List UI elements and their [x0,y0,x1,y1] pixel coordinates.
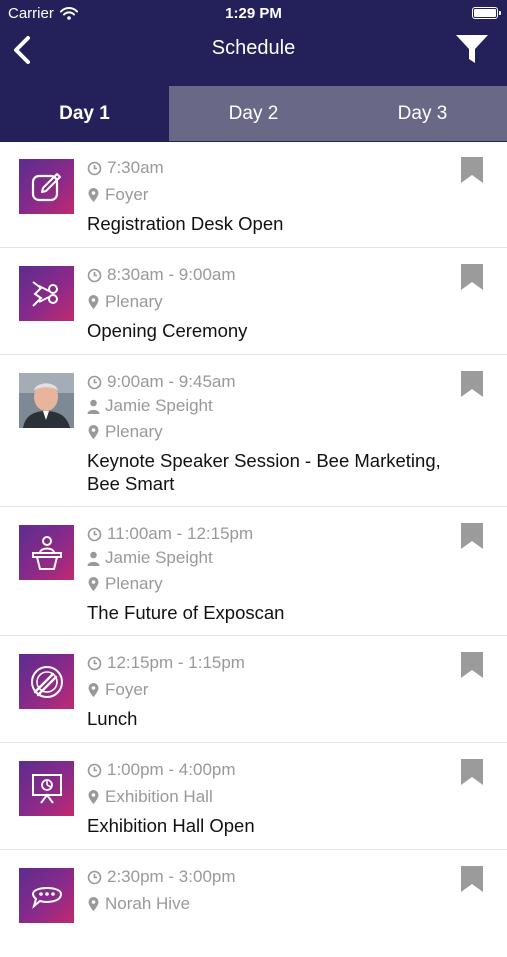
status-time: 1:29 PM [225,5,282,22]
session-title: Keynote Speaker Session - Bee Marketing,… [87,449,487,495]
session-item[interactable]: 9:00am - 9:45am Jamie Speight Plenary Ke… [0,355,507,507]
location-pin-icon [88,295,99,309]
session-location-text: Plenary [105,292,163,311]
session-item[interactable]: 8:30am - 9:00am Plenary Opening Ceremony [0,248,507,355]
tab-day-1[interactable]: Day 1 [0,86,169,141]
person-icon [87,399,100,414]
session-time-text: 7:30am [107,158,164,177]
session-time: 12:15pm - 1:15pm [87,653,245,673]
ribbon-cutting-icon [19,266,74,321]
session-title: Lunch [87,708,138,729]
clock-icon [87,763,102,777]
session-list: 7:30am Foyer Registration Desk Open 8:30… [0,141,507,957]
bookmark-icon[interactable] [461,759,483,785]
day-tabs: Day 1 Day 2 Day 3 [0,86,507,141]
session-title: Exhibition Hall Open [87,815,255,836]
session-title: Registration Desk Open [87,213,284,234]
session-time: 8:30am - 9:00am [87,265,236,285]
bookmark-icon[interactable] [461,371,483,397]
session-time-text: 8:30am - 9:00am [107,265,236,284]
location-pin-icon [88,577,99,591]
session-time-text: 2:30pm - 3:00pm [107,867,236,886]
session-speaker: Jamie Speight [87,396,213,416]
location-pin-icon [88,790,99,804]
tab-day-3[interactable]: Day 3 [338,86,507,141]
session-location: Foyer [87,680,148,700]
session-item[interactable]: 2:30pm - 3:00pm Norah Hive [0,850,507,957]
session-item[interactable]: 12:15pm - 1:15pm Foyer Lunch [0,636,507,743]
session-location-text: Foyer [105,680,149,699]
location-pin-icon [88,897,99,911]
page-title: Schedule [211,37,296,59]
session-title: Opening Ceremony [87,320,248,341]
session-location: Plenary [87,422,163,442]
clock-icon [87,527,102,541]
session-time: 7:30am [87,158,164,178]
session-location: Exhibition Hall [87,787,213,807]
session-time: 9:00am - 9:45am [87,372,236,392]
session-location-text: Norah Hive [105,894,191,913]
presentation-board-icon [19,761,74,816]
session-location-text: Plenary [105,422,163,441]
bookmark-icon[interactable] [461,523,483,549]
bookmark-icon[interactable] [461,866,483,892]
session-item[interactable]: 11:00am - 12:15pm Jamie Speight Plenary … [0,507,507,636]
speaker-photo [19,373,74,428]
header: Carrier 1:29 PM Schedule Day 1 Day 2 Day… [0,0,507,142]
filter-icon[interactable] [455,32,489,66]
session-time-text: 12:15pm - 1:15pm [107,653,245,672]
battery-icon [472,7,501,19]
location-pin-icon [88,188,99,202]
clock-icon [87,656,102,670]
session-location-text: Foyer [105,185,149,204]
status-bar: Carrier 1:29 PM [0,0,507,28]
podium-speaker-icon [19,525,74,580]
session-item[interactable]: 1:00pm - 4:00pm Exhibition Hall Exhibiti… [0,743,507,850]
clock-icon [87,161,102,175]
bookmark-icon[interactable] [461,652,483,678]
session-time-text: 1:00pm - 4:00pm [107,760,236,779]
session-title-line: Keynote Speaker Session - Bee Marketing, [87,450,441,471]
session-time: 11:00am - 12:15pm [87,524,253,544]
session-title: The Future of Exposcan [87,602,285,623]
location-pin-icon [88,425,99,439]
tab-day-2[interactable]: Day 2 [169,86,338,141]
session-time: 1:00pm - 4:00pm [87,760,236,780]
plate-cutlery-icon [19,654,74,709]
bookmark-icon[interactable] [461,264,483,290]
person-icon [87,551,100,566]
session-speaker-text: Jamie Speight [105,548,213,567]
session-time-text: 11:00am - 12:15pm [107,524,254,543]
session-speaker-text: Jamie Speight [105,396,213,415]
session-item[interactable]: 7:30am Foyer Registration Desk Open [0,141,507,248]
session-location-text: Exhibition Hall [105,787,213,806]
session-location-text: Plenary [105,574,163,593]
session-location: Plenary [87,292,163,312]
pencil-form-icon [19,159,74,214]
chat-bubble-icon [19,868,74,923]
nav-bar: Schedule [0,28,507,86]
clock-icon [87,870,102,884]
location-pin-icon [88,683,99,697]
clock-icon [87,268,102,282]
session-time: 2:30pm - 3:00pm [87,867,236,887]
session-location: Foyer [87,185,148,205]
session-title-line: Bee Smart [87,473,175,494]
session-location: Norah Hive [87,894,190,914]
bookmark-icon[interactable] [461,157,483,183]
session-location: Plenary [87,574,163,594]
session-time-text: 9:00am - 9:45am [107,372,236,391]
session-speaker: Jamie Speight [87,548,213,568]
clock-icon [87,375,102,389]
